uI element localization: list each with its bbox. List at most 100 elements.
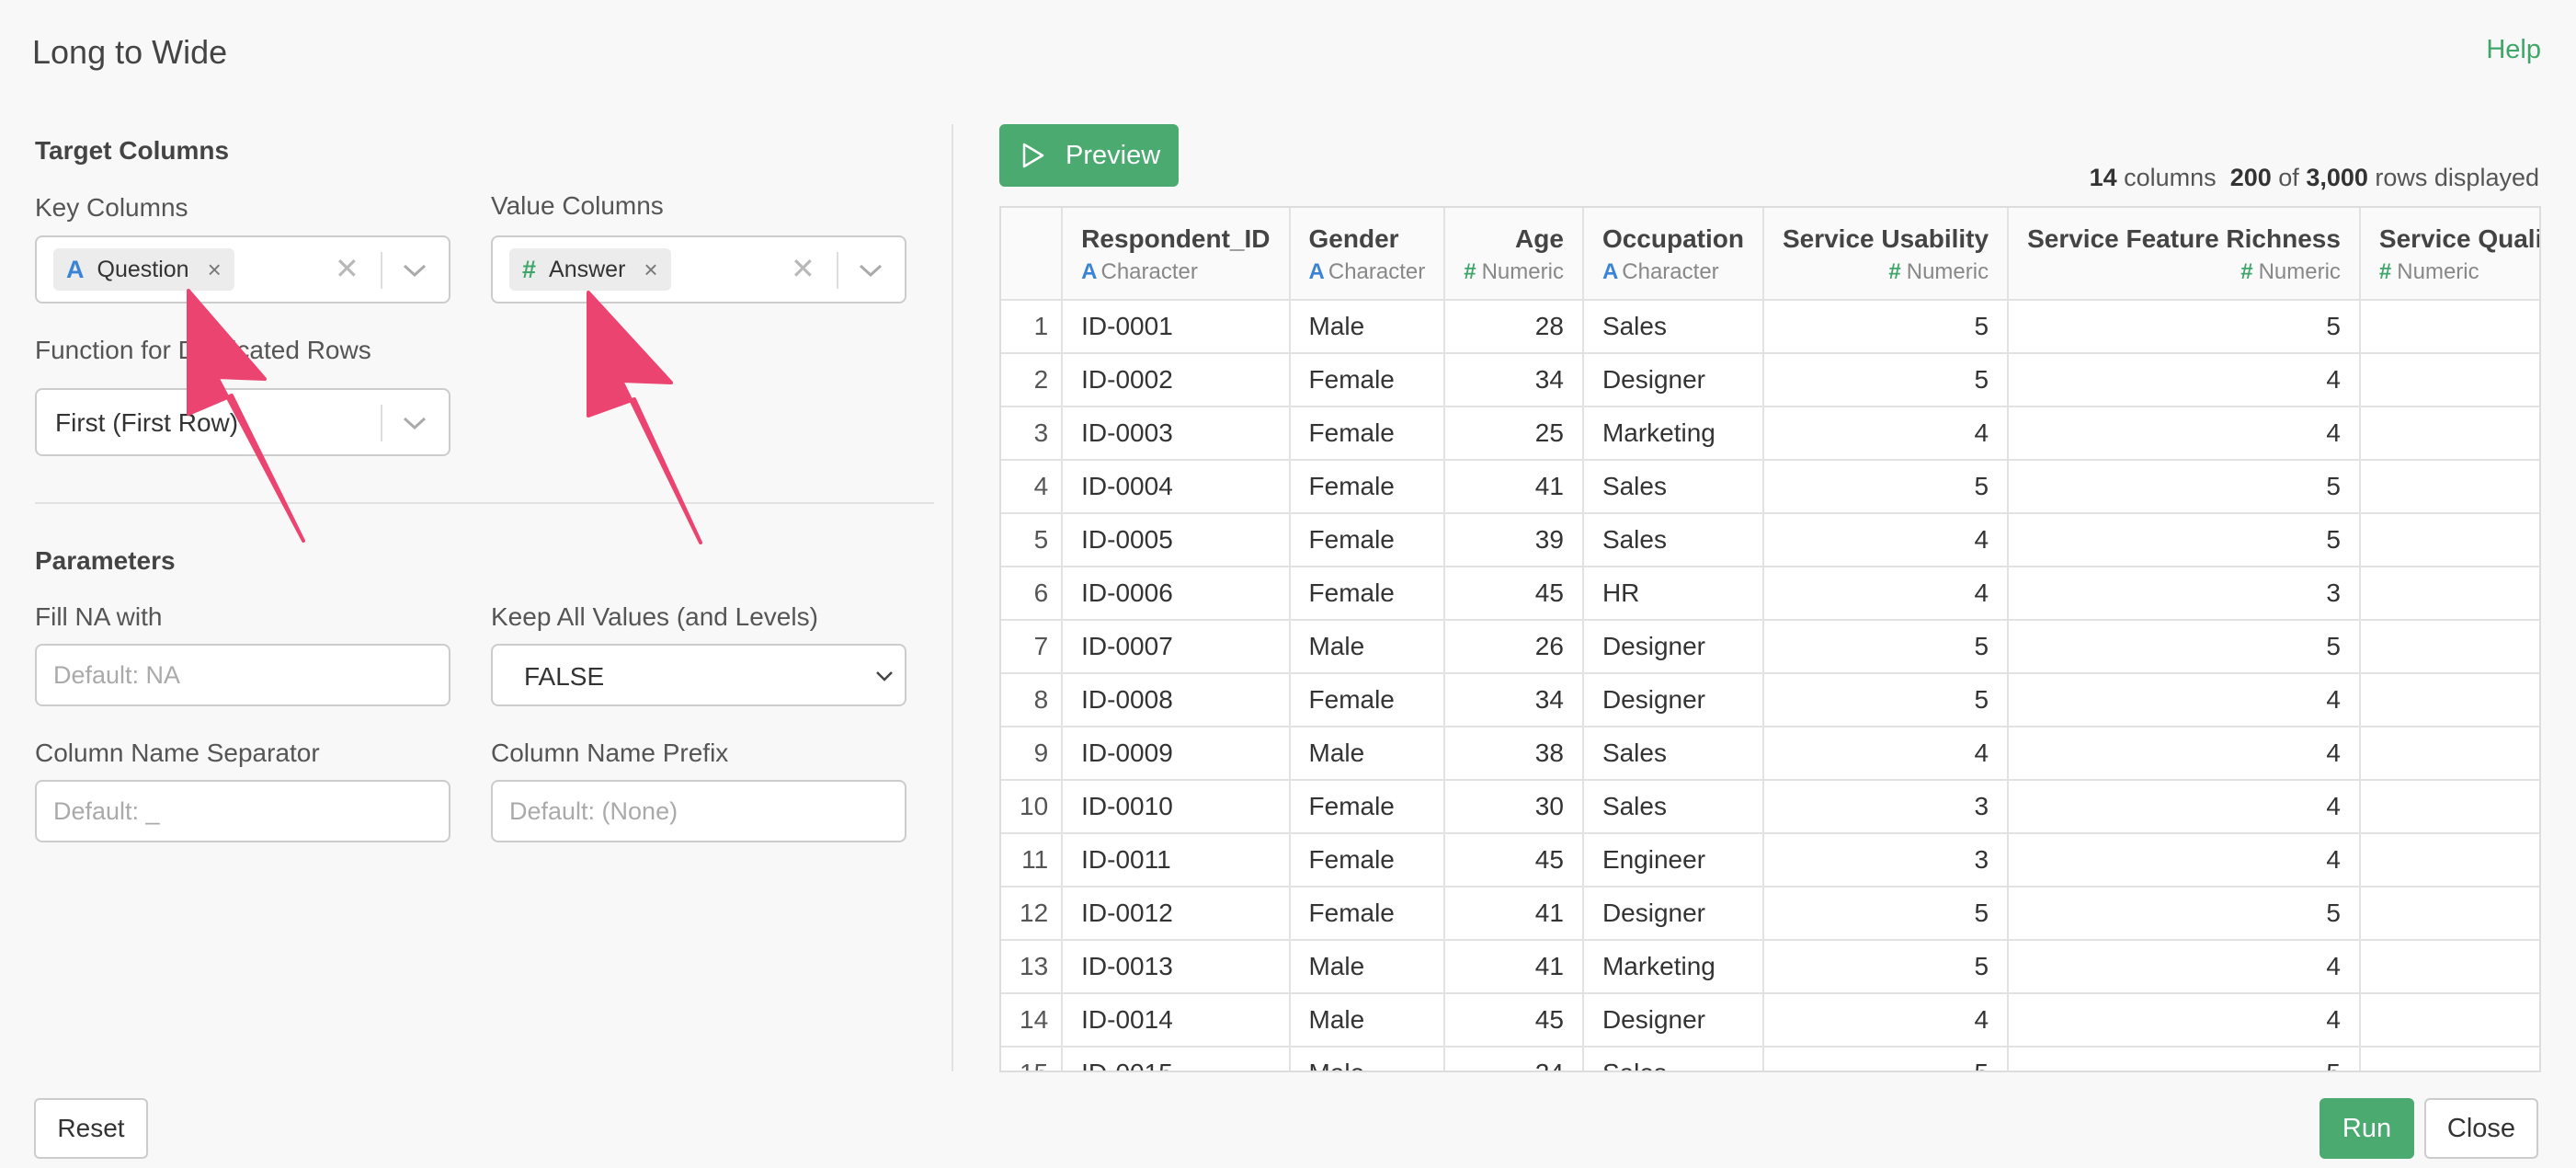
key-columns-select[interactable]: A Question × ✕ bbox=[35, 235, 450, 303]
table-cell: 5 bbox=[2008, 300, 2361, 354]
table-cell bbox=[2359, 407, 2539, 461]
row-number: 3 bbox=[1001, 407, 1064, 461]
table-cell: ID-0006 bbox=[1062, 567, 1291, 621]
table-cell: Male bbox=[1289, 727, 1446, 781]
run-button[interactable]: Run bbox=[2320, 1098, 2414, 1159]
character-type-icon: A bbox=[1081, 259, 1098, 284]
table-cell: 4 bbox=[1762, 513, 2010, 567]
table-cell: 28 bbox=[1444, 300, 1584, 354]
row-number-header bbox=[1001, 208, 1064, 301]
column-header-type: A Character bbox=[1081, 259, 1270, 285]
table-cell: 41 bbox=[1444, 887, 1584, 941]
key-column-chip: A Question × bbox=[53, 248, 234, 291]
table-cell: Female bbox=[1289, 567, 1446, 621]
chevron-down-icon[interactable] bbox=[401, 258, 428, 283]
table-row: 11 ID-0011 Female 45 Engineer 3 4 bbox=[1001, 833, 2539, 887]
table-cell: ID-0003 bbox=[1062, 407, 1291, 461]
row-number: 14 bbox=[1001, 993, 1064, 1048]
table-row: 13 ID-0013 Male 41 Marketing 5 4 bbox=[1001, 940, 2539, 994]
table-row: 6 ID-0006 Female 45 HR 4 3 bbox=[1001, 567, 2539, 621]
table-cell: 41 bbox=[1444, 460, 1584, 514]
table-cell: 5 bbox=[1762, 353, 2010, 407]
table-cell: Marketing bbox=[1582, 407, 1764, 461]
column-header[interactable]: Occupation A Character bbox=[1582, 208, 1764, 301]
keep-all-label: Keep All Values (and Levels) bbox=[491, 602, 818, 631]
table-cell: Female bbox=[1289, 673, 1446, 727]
character-type-icon: A bbox=[1308, 259, 1325, 284]
close-button[interactable]: Close bbox=[2424, 1098, 2538, 1159]
numeric-type-icon: # bbox=[1888, 259, 1901, 284]
table-cell bbox=[2359, 567, 2539, 621]
table-cell: 4 bbox=[2008, 833, 2361, 887]
select-divider bbox=[381, 405, 382, 441]
key-column-chip-label: Question bbox=[97, 256, 189, 282]
column-header[interactable]: Gender A Character bbox=[1289, 208, 1446, 301]
table-cell bbox=[2359, 460, 2539, 514]
table-cell: 4 bbox=[1762, 993, 2010, 1048]
chevron-down-icon[interactable] bbox=[401, 410, 428, 436]
table-cell: 4 bbox=[2008, 780, 2361, 834]
table-cell: Male bbox=[1289, 620, 1446, 674]
clear-icon[interactable]: ✕ bbox=[791, 254, 815, 283]
table-cell: Female bbox=[1289, 513, 1446, 567]
separator-label: Column Name Separator bbox=[35, 739, 320, 767]
character-type-icon: A bbox=[66, 255, 85, 283]
prefix-label: Column Name Prefix bbox=[491, 739, 729, 767]
table-cell: 5 bbox=[2008, 513, 2361, 567]
row-number: 11 bbox=[1001, 833, 1064, 887]
parameters-heading: Parameters bbox=[35, 546, 176, 575]
table-row: 2 ID-0002 Female 34 Designer 5 4 bbox=[1001, 353, 2539, 407]
row-number: 2 bbox=[1001, 353, 1064, 407]
table-cell: 38 bbox=[1444, 727, 1584, 781]
remove-chip-icon[interactable]: × bbox=[208, 256, 222, 284]
row-number: 13 bbox=[1001, 940, 1064, 994]
preview-button[interactable]: Preview bbox=[999, 124, 1179, 187]
row-number: 1 bbox=[1001, 300, 1064, 354]
separator-input[interactable] bbox=[35, 780, 450, 842]
prefix-input[interactable] bbox=[491, 780, 906, 842]
table-cell: 4 bbox=[2008, 727, 2361, 781]
table-cell: ID-0004 bbox=[1062, 460, 1291, 514]
row-number: 4 bbox=[1001, 460, 1064, 514]
table-cell: Designer bbox=[1582, 887, 1764, 941]
table-cell: 5 bbox=[1762, 460, 2010, 514]
row-number: 15 bbox=[1001, 1047, 1064, 1071]
chevron-down-icon bbox=[876, 671, 893, 681]
keep-all-select[interactable]: FALSE bbox=[491, 644, 906, 706]
section-divider bbox=[35, 502, 934, 504]
chevron-down-icon[interactable] bbox=[857, 258, 884, 283]
table-cell: ID-0010 bbox=[1062, 780, 1291, 834]
table-cell: 4 bbox=[1762, 407, 2010, 461]
table-cell: 5 bbox=[1762, 940, 2010, 994]
column-header[interactable]: Age # Numeric bbox=[1444, 208, 1584, 301]
table-cell: 26 bbox=[1444, 620, 1584, 674]
numeric-type-icon: # bbox=[2240, 259, 2253, 284]
table-cell: 34 bbox=[1444, 673, 1584, 727]
table-cell: Sales bbox=[1582, 1047, 1764, 1071]
reset-button[interactable]: Reset bbox=[34, 1098, 148, 1159]
fill-na-input[interactable] bbox=[35, 644, 450, 706]
table-cell: 4 bbox=[2008, 673, 2361, 727]
table-cell: 5 bbox=[2008, 460, 2361, 514]
table-cell bbox=[2359, 353, 2539, 407]
dialog-title: Long to Wide bbox=[32, 33, 228, 71]
column-header[interactable]: Respondent_ID A Character bbox=[1062, 208, 1291, 301]
value-columns-select[interactable]: # Answer × ✕ bbox=[491, 235, 906, 303]
column-header-type: # Numeric bbox=[1464, 259, 1564, 285]
clear-icon[interactable]: ✕ bbox=[335, 254, 359, 283]
table-row: 7 ID-0007 Male 26 Designer 5 5 bbox=[1001, 620, 2539, 674]
help-link[interactable]: Help bbox=[2486, 35, 2541, 65]
table-cell: ID-0014 bbox=[1062, 993, 1291, 1048]
function-select[interactable]: First (First Row) bbox=[35, 388, 450, 456]
column-header[interactable]: Service Usability # Numeric bbox=[1762, 208, 2010, 301]
preview-table[interactable]: Respondent_ID A Character Gender A Character A… bbox=[999, 206, 2541, 1072]
table-cell: ID-0008 bbox=[1062, 673, 1291, 727]
remove-chip-icon[interactable]: × bbox=[644, 256, 657, 284]
table-cell: Female bbox=[1289, 460, 1446, 514]
column-header[interactable]: Service Quality #Numeric bbox=[2359, 208, 2539, 301]
table-cell: Female bbox=[1289, 353, 1446, 407]
table-row: 15ID-0015Male24Sales55 bbox=[1001, 1047, 2539, 1071]
column-header[interactable]: Service Feature Richness # Numeric bbox=[2008, 208, 2361, 301]
table-cell: ID-0013 bbox=[1062, 940, 1291, 994]
table-cell: 4 bbox=[2008, 407, 2361, 461]
